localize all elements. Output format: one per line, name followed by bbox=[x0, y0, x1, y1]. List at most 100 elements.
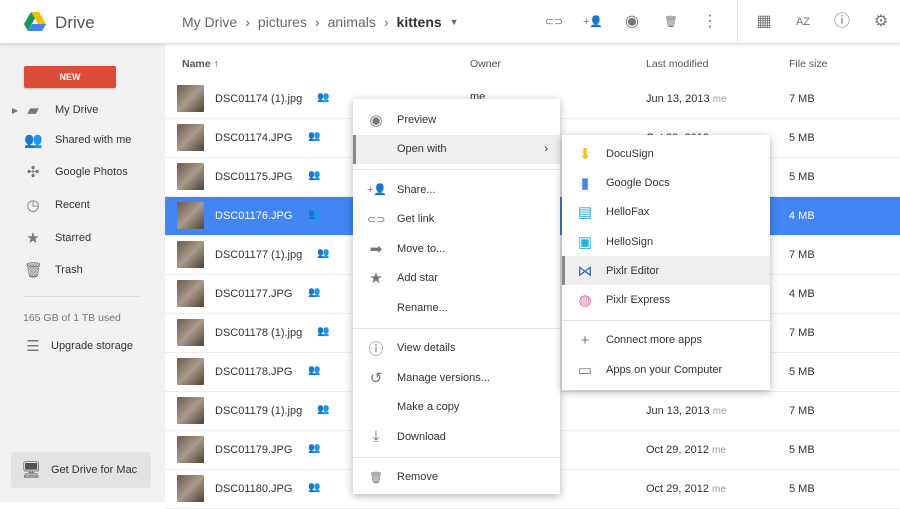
modified-by: me bbox=[712, 406, 727, 417]
column-last-modified[interactable]: Last modified bbox=[646, 58, 708, 70]
modified-by: me bbox=[712, 94, 727, 105]
breadcrumb-pictures[interactable]: pictures bbox=[258, 14, 307, 30]
shared-icon: 👥 bbox=[317, 404, 330, 415]
menu-divider bbox=[353, 456, 560, 458]
menu-item-label: View details bbox=[397, 342, 456, 355]
menu-item-rename[interactable]: Rename... bbox=[353, 293, 560, 323]
file-name: DSC01177 (1).jpg bbox=[215, 249, 303, 261]
shared-icon: 👥 bbox=[308, 287, 321, 298]
hellofax-icon: ▤ bbox=[577, 204, 593, 222]
menu-item-pixlr-express[interactable]: ◍ Pixlr Express bbox=[562, 286, 770, 315]
top-bar: Drive My Drive › pictures › animals › kitte… bbox=[0, 0, 900, 44]
column-owner[interactable]: Owner bbox=[470, 58, 501, 70]
context-menu: ◉ Preview Open with › +👤 Share... ⊂⊃ Get link ➡ M… bbox=[353, 99, 560, 494]
shared-icon: 👥 bbox=[317, 92, 330, 103]
plus-icon: + bbox=[580, 331, 590, 349]
sidebar-item-starred[interactable]: ★ Starred bbox=[0, 225, 165, 251]
sidebar-item-label: Trash bbox=[55, 264, 83, 276]
breadcrumb-my-drive[interactable]: My Drive bbox=[182, 14, 237, 30]
file-name: DSC01180.JPG bbox=[215, 483, 293, 495]
expand-arrow-icon[interactable]: ▶ bbox=[12, 106, 18, 115]
menu-item-download[interactable]: ⤓ Download bbox=[353, 422, 560, 452]
info-icon[interactable]: ⓘ bbox=[832, 12, 852, 32]
menu-item-view-details[interactable]: ⓘ View details bbox=[353, 334, 560, 364]
move-folder-icon: ➡ bbox=[369, 240, 383, 258]
sidebar-item-google-photos[interactable]: ✣ Google Photos bbox=[0, 159, 165, 185]
trash-icon[interactable]: 🗑 bbox=[661, 12, 681, 32]
file-modified: Oct 29, 2012me bbox=[646, 444, 726, 456]
menu-divider bbox=[353, 327, 560, 329]
file-name: DSC01178.JPG bbox=[215, 366, 293, 378]
menu-item-apps-on-your-computer[interactable]: ▭ Apps on your Computer bbox=[562, 355, 770, 384]
upgrade-storage-link[interactable]: ☰ Upgrade storage bbox=[0, 333, 165, 359]
menu-item-pixlr-editor[interactable]: ⋈ Pixlr Editor bbox=[562, 256, 770, 286]
shared-icon: 👥 bbox=[308, 131, 321, 142]
dropdown-caret-icon[interactable]: ▼ bbox=[450, 17, 459, 27]
menu-item-hellofax[interactable]: ▤ HelloFax bbox=[562, 198, 770, 227]
chevron-right-icon: › bbox=[544, 143, 548, 156]
file-size: 5 MB bbox=[789, 483, 815, 495]
sort-az-icon[interactable]: AZ bbox=[793, 12, 813, 32]
shared-icon: 👥 bbox=[308, 482, 321, 493]
menu-item-remove[interactable]: 🗑 Remove bbox=[353, 463, 560, 493]
menu-item-preview[interactable]: ◉ Preview bbox=[353, 105, 560, 135]
menu-item-label: Add star bbox=[397, 272, 438, 285]
file-thumbnail bbox=[177, 319, 204, 346]
menu-item-connect-more-apps[interactable]: + Connect more apps bbox=[562, 326, 770, 355]
pixlr-express-icon: ◍ bbox=[578, 292, 592, 310]
menu-item-get-link[interactable]: ⊂⊃ Get link bbox=[353, 205, 560, 235]
grid-view-icon[interactable]: ▦ bbox=[754, 12, 774, 32]
breadcrumb-animals[interactable]: animals bbox=[328, 14, 376, 30]
toolbar-divider bbox=[737, 0, 738, 44]
menu-item-manage-versions[interactable]: ↺ Manage versions... bbox=[353, 363, 560, 393]
menu-item-label: Share... bbox=[397, 183, 436, 196]
menu-item-label: Get link bbox=[397, 213, 435, 226]
menu-item-label: Make a copy bbox=[397, 401, 460, 414]
file-name: DSC01179 (1).jpg bbox=[215, 405, 303, 417]
menu-item-google-docs[interactable]: ▮ Google Docs bbox=[562, 168, 770, 197]
sidebar-item-trash[interactable]: 🗑 Trash bbox=[0, 257, 165, 283]
file-size: 7 MB bbox=[789, 93, 815, 105]
menu-item-hellosign[interactable]: ▣ HelloSign bbox=[562, 227, 770, 256]
menu-item-label: Google Docs bbox=[606, 176, 670, 189]
chevron-right-icon: › bbox=[245, 14, 250, 30]
sidebar-item-recent[interactable]: ◷ Recent bbox=[0, 192, 165, 218]
file-size: 5 MB bbox=[789, 132, 815, 144]
more-vert-icon[interactable]: ⋮ bbox=[700, 12, 720, 32]
menu-item-label: Connect more apps bbox=[606, 334, 702, 347]
download-icon: ⤓ bbox=[372, 428, 380, 446]
file-thumbnail bbox=[177, 163, 204, 190]
eye-icon: ◉ bbox=[369, 111, 383, 129]
file-name: DSC01174 (1).jpg bbox=[215, 93, 303, 105]
link-icon[interactable]: ⊂⊃ bbox=[544, 12, 564, 32]
sidebar-item-label: Recent bbox=[55, 199, 90, 211]
menu-item-open-with[interactable]: Open with › bbox=[353, 134, 560, 164]
menu-item-label: Pixlr Express bbox=[606, 294, 671, 307]
storage-usage: 165 GB of 1 TB used bbox=[23, 312, 121, 324]
column-name[interactable]: Name ↑ bbox=[182, 58, 219, 70]
file-name: DSC01178 (1).jpg bbox=[215, 327, 303, 339]
column-file-size[interactable]: File size bbox=[789, 58, 828, 70]
menu-item-move-to[interactable]: ➡ Move to... bbox=[353, 234, 560, 264]
new-button[interactable]: NEW bbox=[24, 66, 116, 88]
file-size: 7 MB bbox=[789, 405, 815, 417]
menu-divider bbox=[562, 319, 770, 321]
menu-item-share[interactable]: +👤 Share... bbox=[353, 175, 560, 205]
sidebar-item-label: Shared with me bbox=[55, 134, 132, 146]
menu-item-add-star[interactable]: ★ Add star bbox=[353, 264, 560, 294]
menu-item-make-a-copy[interactable]: Make a copy bbox=[353, 393, 560, 423]
add-person-icon[interactable]: +👤 bbox=[583, 12, 603, 32]
settings-gear-icon[interactable]: ⚙ bbox=[871, 12, 891, 32]
menu-item-label: Remove bbox=[397, 471, 438, 484]
breadcrumb-current-folder[interactable]: kittens bbox=[397, 14, 442, 30]
app-title: Drive bbox=[55, 13, 95, 32]
preview-eye-icon[interactable]: ◉ bbox=[622, 12, 642, 32]
modified-date: Jun 13, 2013 bbox=[646, 405, 710, 417]
shared-icon: 👥 bbox=[308, 365, 321, 376]
sidebar-item-my-drive[interactable]: ▶ ▰ My Drive bbox=[0, 97, 165, 123]
sidebar-item-shared-with-me[interactable]: 👥 Shared with me bbox=[0, 127, 165, 153]
get-drive-for-mac-button[interactable]: 🖥 Get Drive for Mac bbox=[11, 452, 151, 488]
sidebar-divider bbox=[23, 296, 140, 297]
menu-item-docusign[interactable]: ⬇ DocuSign bbox=[562, 139, 770, 168]
menu-item-label: Pixlr Editor bbox=[606, 264, 660, 277]
